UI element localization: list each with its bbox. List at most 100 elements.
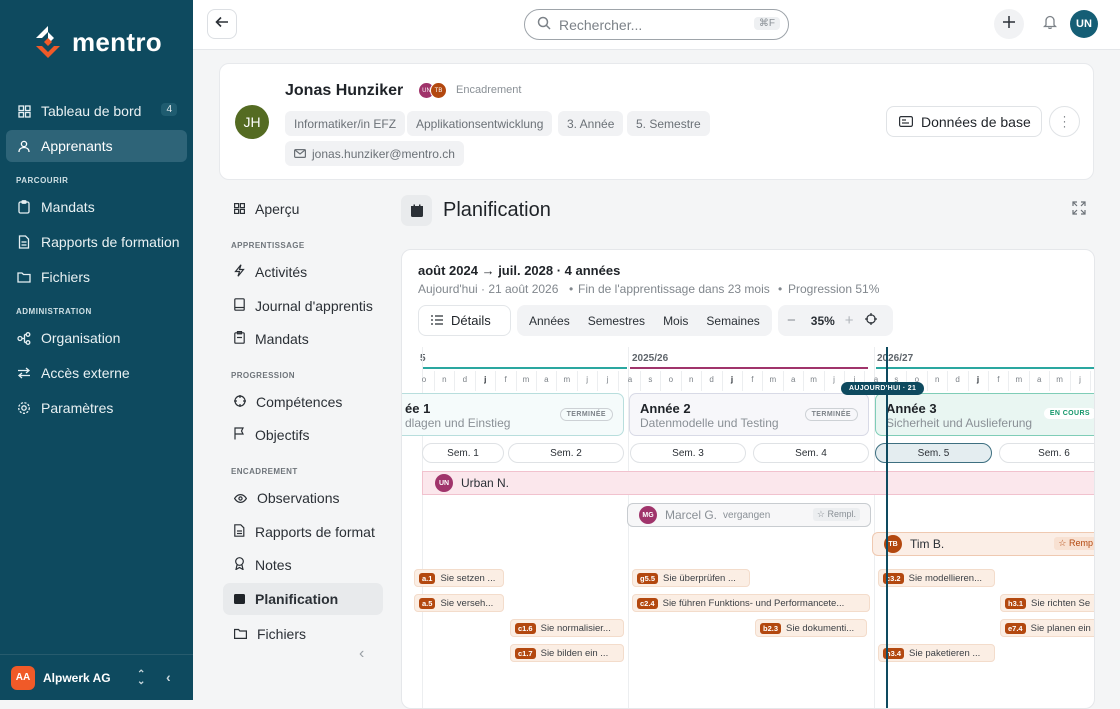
sidebar-item-dashboard[interactable]: Tableau de bord 4 <box>6 95 187 127</box>
calendar-icon <box>234 591 245 607</box>
task-item[interactable]: a.5 Sie verseh... <box>414 594 504 612</box>
task-code: b2.3 <box>760 622 782 634</box>
task-code: e7.4 <box>1005 622 1026 634</box>
clipboard-icon <box>234 331 245 347</box>
planning-period: août 2024 → juil. 2028 · 4 années <box>418 263 621 278</box>
sidebar-item-organisation[interactable]: Organisation <box>6 322 187 354</box>
month-label: a <box>627 375 633 384</box>
sidebar-item-reports[interactable]: Rapports de formation <box>6 226 187 258</box>
organisation-switcher[interactable]: AA Alpwerk AG ⌃ ⌄ ‹ <box>0 654 193 700</box>
status-badge: TERMINÉE <box>559 408 613 421</box>
supervision-label: Encadrement <box>456 84 522 96</box>
month-label: m <box>563 375 571 384</box>
task-item[interactable]: a.1 Sie setzen ... <box>414 569 504 587</box>
collapse-sidebar-icon[interactable]: ‹ <box>166 669 171 685</box>
coach-bar-marcel[interactable]: MG Marcel G. vergangen ☆ Rempl. <box>627 503 871 527</box>
year-band-2[interactable]: Année 2 Datenmodelle und Testing TERMINÉ… <box>629 393 869 436</box>
month-label: j <box>730 375 734 384</box>
sidebar-item-settings[interactable]: Paramètres <box>6 392 187 424</box>
section-label-progression: PROGRESSION <box>231 371 295 380</box>
task-item[interactable]: h3.4 Sie paketieren ... <box>878 644 995 662</box>
learner-nav-label: Objectifs <box>255 427 310 443</box>
scale-years[interactable]: Années <box>520 314 579 328</box>
today-marker <box>886 347 888 708</box>
task-item[interactable]: e7.4 Sie planen ein <box>1000 619 1094 637</box>
semester-pill[interactable]: Sem. 4 <box>753 443 869 463</box>
learner-nav-mandates[interactable]: Mandats <box>223 323 383 355</box>
notifications-button[interactable] <box>1035 9 1065 39</box>
scale-weeks[interactable]: Semaines <box>697 314 768 328</box>
year-line <box>422 367 627 369</box>
grid-icon <box>234 201 246 217</box>
sidebar-item-mandats[interactable]: Mandats <box>6 191 187 223</box>
task-text: Sie richten Se <box>1031 597 1091 609</box>
sidebar-item-label: Organisation <box>41 330 121 346</box>
base-data-button[interactable]: Données de base <box>886 106 1042 137</box>
task-item[interactable]: h3.1 Sie richten Se <box>1000 594 1094 612</box>
planning-panel: août 2024 → juil. 2028 · 4 années Aujour… <box>401 249 1095 709</box>
email-tag[interactable]: jonas.hunziker@mentro.ch <box>285 141 464 166</box>
coach-bar-tim[interactable]: TB Tim B. ☆ Remp <box>872 532 1094 556</box>
document-icon <box>234 524 245 540</box>
learner-nav-observations[interactable]: Observations <box>223 482 383 514</box>
learner-nav-activities[interactable]: Activités <box>223 256 383 288</box>
learner-nav-objectives[interactable]: Objectifs <box>223 419 383 451</box>
learner-nav-notes[interactable]: Notes <box>223 549 383 581</box>
profile-tag: 5. Semestre <box>627 111 710 136</box>
sidebar-item-external-access[interactable]: Accès externe <box>6 357 187 389</box>
sidebar-item-files[interactable]: Fichiers <box>6 261 187 293</box>
scale-months[interactable]: Mois <box>654 314 697 328</box>
back-button[interactable] <box>207 9 237 39</box>
org-avatar: AA <box>11 665 35 690</box>
bell-icon <box>1042 14 1058 34</box>
semester-pill[interactable]: Sem. 2 <box>508 443 624 463</box>
month-label: d <box>709 375 714 384</box>
semester-pill[interactable]: Sem. 1 <box>422 443 504 463</box>
learner-nav-overview[interactable]: Aperçu <box>223 193 383 225</box>
brand-logo[interactable]: mentro <box>30 24 162 60</box>
month-label: a <box>1036 375 1042 384</box>
crosshair-icon[interactable] <box>864 312 877 330</box>
supervisor-avatar[interactable]: TB <box>430 82 447 99</box>
semester-pill[interactable]: Sem. 3 <box>630 443 746 463</box>
task-item[interactable]: c2.4 Sie führen Funktions- und Performanc… <box>632 594 870 612</box>
add-button[interactable] <box>994 9 1024 39</box>
month-label: m <box>1056 375 1063 384</box>
sidebar-item-learners[interactable]: Apprenants <box>6 130 187 162</box>
task-item[interactable]: c3.2 Sie modellieren... <box>878 569 995 587</box>
coach-bar-urban[interactable]: UN Urban N. <box>422 471 1094 495</box>
expand-icon[interactable] <box>1072 201 1086 220</box>
learner-nav-files[interactable]: Fichiers <box>223 624 383 640</box>
year-band-3[interactable]: Année 3 Sicherheit und Auslieferung EN C… <box>875 393 1094 436</box>
semester-pill[interactable]: Sem. 6 <box>999 443 1094 463</box>
task-item[interactable]: c1.6 Sie normalisier... <box>510 619 624 637</box>
month-label: m <box>1015 375 1023 384</box>
task-code: c2.4 <box>637 597 658 609</box>
substitute-badge: ☆ Remp <box>1054 537 1094 550</box>
task-code: a.1 <box>419 572 436 584</box>
search-input[interactable]: Rechercher... ⌘F <box>524 9 789 40</box>
user-avatar[interactable]: UN <box>1070 10 1098 38</box>
task-item[interactable]: g5.5 Sie überprüfen ... <box>632 569 750 587</box>
scale-semesters[interactable]: Semestres <box>579 314 654 328</box>
learner-nav-planning[interactable]: Planification <box>223 583 383 615</box>
zoom-in-button[interactable]: + <box>841 312 858 329</box>
learner-nav-label: Planification <box>255 591 339 607</box>
zoom-out-button[interactable]: − <box>778 312 805 329</box>
coach-note: vergangen <box>723 509 771 521</box>
school-year-label: 2026/27 <box>877 353 914 364</box>
task-text: Sie führen Funktions- und Performancete.… <box>662 597 845 609</box>
details-button[interactable]: Détails <box>418 305 511 336</box>
collapse-nav-icon[interactable]: ‹ <box>359 645 364 663</box>
learner-nav-competences[interactable]: Compétences <box>223 386 383 418</box>
task-item[interactable]: c1.7 Sie bilden ein ... <box>510 644 624 662</box>
learner-nav-training-reports[interactable]: Rapports de format <box>223 516 383 548</box>
more-options-button[interactable]: · · · <box>1049 106 1080 137</box>
task-item[interactable]: b2.3 Sie dokumenti... <box>755 619 867 637</box>
task-text: Sie bilden ein ... <box>540 647 609 659</box>
today-label: AUJOURD'HUI · 21 <box>841 382 925 395</box>
learner-nav-journal[interactable]: Journal d'apprentis <box>223 290 383 322</box>
year-band-1[interactable]: ée 1 dlagen und Einstieg TERMINÉE <box>402 393 624 436</box>
semester-pill[interactable]: Sem. 5 <box>875 443 992 463</box>
year-title: Année 3 <box>886 401 937 416</box>
